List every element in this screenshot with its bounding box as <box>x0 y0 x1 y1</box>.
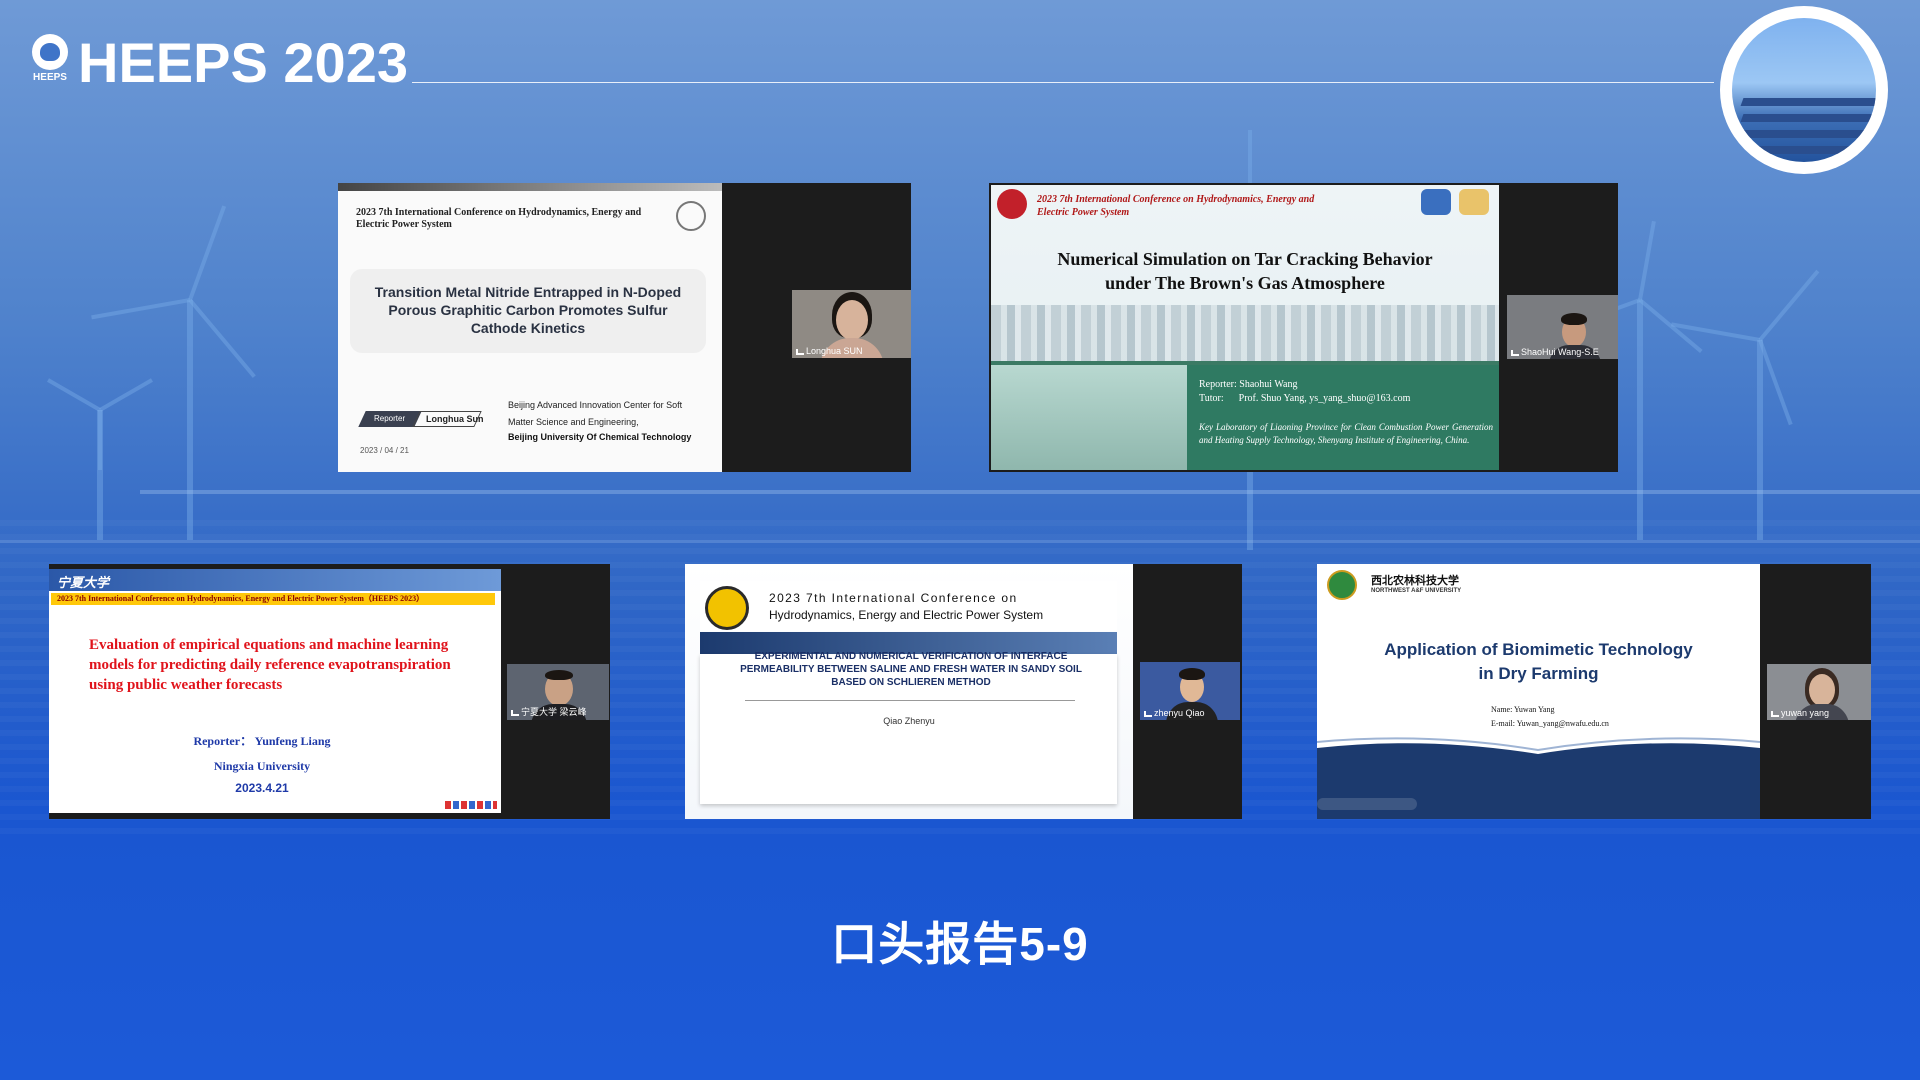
slide-title-box: Transition Metal Nitride Entrapped in N-… <box>350 269 706 353</box>
participant-camera: 宁夏大学 梁云峰 <box>507 664 609 720</box>
signal-icon <box>511 709 519 716</box>
slide-toolbar <box>1317 798 1417 810</box>
heeps-logo: HEEPS <box>30 34 70 86</box>
conference-emblem-icon <box>997 189 1027 219</box>
slide-title: Numerical Simulation on Tar Cracking Beh… <box>1057 249 1433 293</box>
presenter-email: E-mail: Yuwan_yang@nwafu.edu.cn <box>1491 719 1609 728</box>
participant-camera: zhenyu Qiao <box>1140 662 1240 720</box>
affiliation-university: Beijing University Of Chemical Technolog… <box>508 432 692 442</box>
page-title: HEEPS 2023 <box>78 31 408 94</box>
logo-mark-icon <box>32 34 68 70</box>
university-seal-icon <box>705 586 749 630</box>
video-tile-2[interactable]: 2023 7th International Conference on Hyd… <box>989 183 1618 472</box>
partner-logo-icon <box>1459 189 1489 215</box>
horizon-line <box>0 540 1920 543</box>
solar-thumbnail <box>1720 6 1888 174</box>
shared-slide: 西北农林科技大学 NORTHWEST A&F UNIVERSITY Applic… <box>1317 564 1760 819</box>
video-tile-5[interactable]: 西北农林科技大学 NORTHWEST A&F UNIVERSITY Applic… <box>1317 564 1871 819</box>
university-logo: 宁夏大学 <box>57 575 110 590</box>
tutor-line: Tutor: Prof. Shuo Yang, ys_yang_shuo@163… <box>1199 393 1411 404</box>
participant-camera: ShaoHui Wang-S.E <box>1507 295 1618 359</box>
video-tile-1[interactable]: 2023 7th International Conference on Hyd… <box>338 183 911 472</box>
slide-title: Application of Biomimetic Technology in … <box>1384 640 1693 683</box>
presenter-name: Name: Yuwan Yang <box>1491 705 1555 714</box>
hydrogen-tank-image <box>991 365 1187 470</box>
lab-affiliation: Key Laboratory of Liaoning Province for … <box>1199 422 1493 445</box>
participant-name: zhenyu Qiao <box>1144 708 1205 718</box>
signal-icon <box>796 348 804 355</box>
logo-text: HEEPS <box>33 72 67 83</box>
university-name: Ningxia University <box>213 759 311 773</box>
shared-slide: 2023 7th International Conference on Hyd… <box>685 564 1133 819</box>
slide-title: EXPERIMENTAL AND NUMERICAL VERIFICATION … <box>740 651 1082 688</box>
video-tile-3[interactable]: 宁夏大学 2023 7th International Conference o… <box>49 564 610 819</box>
participant-name: Longhua SUN <box>796 346 863 356</box>
shared-slide: 2023 7th International Conference on Hyd… <box>338 183 722 472</box>
university-name: 西北农林科技大学 <box>1371 575 1459 587</box>
signal-icon <box>1511 349 1519 356</box>
slide-date: 2023 / 04 / 21 <box>360 446 409 455</box>
participant-name: ShaoHui Wang-S.E <box>1511 347 1599 357</box>
horizon-line <box>140 490 1920 494</box>
participant-camera: Longhua SUN <box>792 290 911 358</box>
participant-name: 宁夏大学 梁云峰 <box>511 705 587 718</box>
participant-camera: yuwan yang <box>1767 664 1871 720</box>
session-caption: 口头报告5-9 <box>831 918 1089 970</box>
institute-logo-icon <box>1421 189 1451 215</box>
reporter-name: Longhua Sun <box>426 414 484 424</box>
solar-panels-image <box>1732 18 1876 162</box>
slide-title: Transition Metal Nitride Entrapped in N-… <box>374 284 682 336</box>
slide-title: Evaluation of empirical equations and ma… <box>89 637 451 693</box>
header-divider <box>412 82 1714 83</box>
signal-icon <box>1771 710 1779 717</box>
slide-conf-name: 2023 7th International Conference on Hyd… <box>356 207 642 230</box>
author-name: Qiao Zhenyu <box>883 716 935 726</box>
reporter-line: Reporter: Shaohui Wang <box>1199 379 1298 390</box>
slide-conf-banner: 2023 7th International Conference on Hyd… <box>51 593 495 605</box>
university-seal-icon <box>676 201 706 231</box>
slide-shadow-bar <box>338 183 722 191</box>
affiliation: Beijing Advanced Innovation Center for S… <box>508 400 683 427</box>
skyline-image <box>991 305 1499 361</box>
slide-footer-icons <box>445 801 497 809</box>
reporter-line: Reporter： Yunfeng Liang <box>193 734 331 748</box>
university-logo-icon <box>1327 570 1357 600</box>
signal-icon <box>1144 710 1152 717</box>
participant-name: yuwan yang <box>1771 708 1829 718</box>
video-tile-4[interactable]: 2023 7th International Conference on Hyd… <box>685 564 1242 819</box>
university-name-en: NORTHWEST A&F UNIVERSITY <box>1371 588 1462 594</box>
slide-date: 2023.4.21 <box>235 781 289 795</box>
slide-conf-name: 2023 7th International Conference on Hyd… <box>1037 194 1315 218</box>
shared-slide: 宁夏大学 2023 7th International Conference o… <box>49 569 501 813</box>
slide-conf-name: 2023 7th International Conference on Hyd… <box>769 591 1044 622</box>
slide-header-band <box>49 569 501 591</box>
shared-slide: 2023 7th International Conference on Hyd… <box>991 185 1499 470</box>
title-underline <box>745 700 1075 701</box>
reporter-label: Reporter <box>374 414 406 423</box>
